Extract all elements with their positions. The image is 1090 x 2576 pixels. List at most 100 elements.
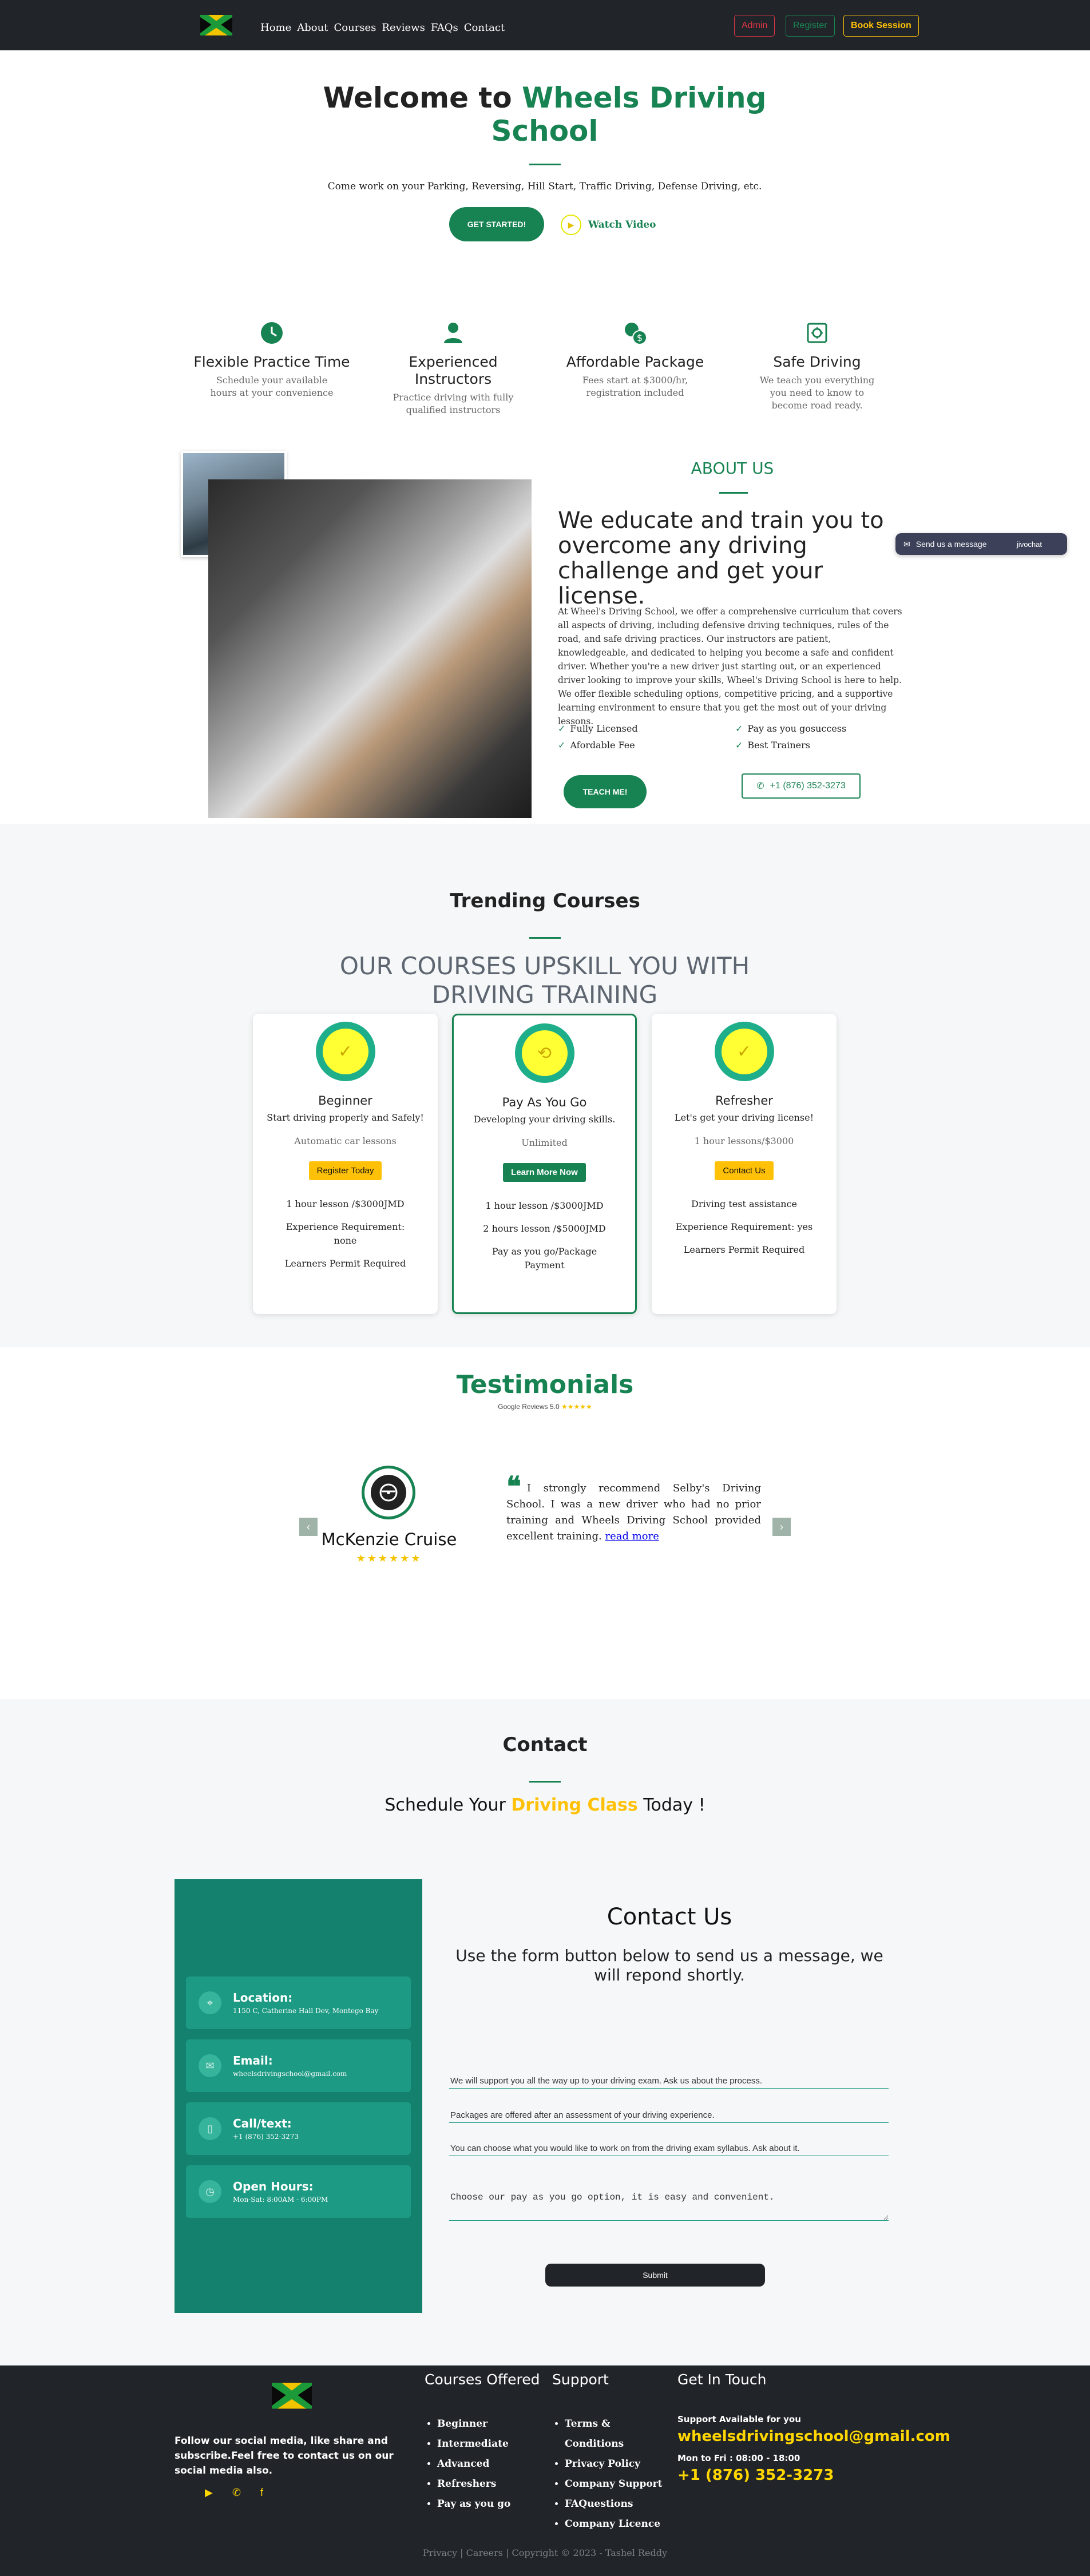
footer-phone[interactable]: +1 (876) 352-3273 [677,2467,918,2484]
course-feature: Pay as you go/Package Payment [492,1246,597,1271]
reviewer-avatar [362,1466,415,1519]
feature-desc: We teach you everything you need to know… [759,375,875,411]
copyright: Privacy | Careers | Copyright © 2023 - T… [422,2547,668,2558]
navbar: Home About Courses Reviews FAQs Contact … [0,0,1090,50]
course-badge-icon: ✓ [315,1022,375,1081]
about-heading: ABOUT US [691,459,774,478]
nav-courses[interactable]: Courses [334,22,376,34]
play-icon: ▶ [561,215,581,235]
footer-support-title: Support [552,2371,609,2388]
footer-link[interactable]: Privacy Policy [565,2454,667,2474]
message-field-1[interactable] [449,2074,889,2089]
footer-logo[interactable] [272,2380,312,2412]
course-lessons: Automatic car lessons [294,1136,397,1146]
hero-title: Welcome to Wheels Driving School [316,81,774,148]
course-features: 1 hour lesson /$3000JMD Experience Requi… [253,1197,438,1271]
info-location: ⌖ Location: 1150 C, Catherine Hall Dev, M… [186,1976,411,2029]
nav-about[interactable]: About [297,22,328,34]
footer-link[interactable]: Terms & Conditions [565,2414,639,2454]
phone-icon: ▯ [199,2117,221,2140]
chat-label-wrap: ✉ Send us a message [903,539,986,549]
about-checklist: ✓ Fully Licensed ✓ Pay as you gosuccess ✓ A… [558,723,901,751]
footer-link[interactable]: Beginner [437,2414,540,2434]
hero-title-pre: Welcome to [323,81,522,114]
youtube-icon[interactable]: ▶ [205,2487,213,2499]
user-icon [441,320,466,346]
about-photo-driver [208,479,532,818]
email-icon: ✉ [199,2054,221,2077]
footer-link[interactable]: Advanced [437,2454,540,2474]
footer: Follow our social media, like share and … [0,2365,1090,2576]
check-icon: ✓ [735,723,743,734]
location-icon: ⌖ [199,1991,221,2014]
brand-logo[interactable] [200,13,232,38]
read-more-link[interactable]: read more [605,1530,659,1542]
register-today-button[interactable]: Register Today [308,1161,382,1180]
footer-link[interactable]: Company Licence [565,2514,667,2534]
courses-heading: Trending Courses [450,890,640,912]
google-reviews-rating: Google Reviews 5.0 ★★★★★ [498,1403,592,1411]
footer-link[interactable]: Intermediate [437,2434,540,2454]
nav-faqs[interactable]: FAQs [431,22,458,34]
info-phone: ▯ Call/text: +1 (876) 352-3273 [186,2102,411,2155]
divider [529,937,561,939]
feature-title: Flexible Practice Time [193,354,350,370]
footer-link[interactable]: Company Support [565,2474,667,2494]
reviewer-stars: ★★★★★★ [356,1553,422,1564]
teach-me-button[interactable]: TEACH ME! [564,775,647,808]
course-features: 1 hour lesson /$3000JMD 2 hours lesson /… [454,1199,635,1272]
course-name: Pay As You Go [502,1096,587,1109]
course-badge-icon: ✓ [714,1022,774,1081]
course-tagline: Developing your driving skills. [473,1114,616,1125]
message-field-3[interactable] [449,2141,889,2156]
nav-contact[interactable]: Contact [464,22,505,34]
submit-button[interactable]: Submit [545,2264,765,2287]
contact-us-button[interactable]: Contact Us [715,1161,774,1180]
course-tagline: Let's get your driving license! [674,1112,814,1123]
watch-video-link[interactable]: ▶ Watch Video [561,215,656,235]
learn-more-button[interactable]: Learn More Now [503,1163,586,1182]
footer-link[interactable]: Pay as you go [437,2494,540,2514]
feature-title: Affordable Package [566,354,704,370]
carousel-next-button[interactable]: › [772,1518,791,1536]
divider [529,1781,561,1783]
admin-button[interactable]: Admin [734,15,775,37]
reviewer-name: McKenzie Cruise [321,1530,457,1549]
footer-courses-title: Courses Offered [425,2371,540,2388]
divider [529,164,561,165]
footer-support-column: Support Terms & Conditions Privacy Polic… [552,2371,667,2534]
footer-link[interactable]: FAQuestions [565,2494,667,2514]
register-button[interactable]: Register [786,15,835,37]
whatsapp-icon[interactable]: ✆ [232,2487,241,2499]
message-textarea[interactable] [449,2186,889,2221]
footer-email[interactable]: wheelsdrivingschool@gmail.com [677,2428,950,2445]
phone-label: +1 (876) 352-3273 [770,781,846,791]
course-lessons: Unlimited [521,1137,568,1148]
chat-widget[interactable]: ✉ Send us a message jivochat [895,533,1067,555]
footer-link[interactable]: Refreshers [437,2474,540,2494]
testimonials-heading: Testimonials [456,1370,634,1399]
book-session-button[interactable]: Book Session [843,15,919,37]
course-feature: Learners Permit Required [284,1258,406,1269]
social-links: ▶ ✆ f [205,2487,263,2499]
rating-stars: ★★★★★ [561,1403,592,1411]
course-tagline: Start driving properly and Safely! [267,1112,424,1123]
course-feature: 2 hours lesson /$5000JMD [483,1223,606,1234]
nav-reviews[interactable]: Reviews [382,22,425,34]
course-badge-icon: ⟲ [514,1023,574,1083]
watch-video-label: Watch Video [588,219,656,231]
check-item: ✓ Afordable Fee [558,740,635,751]
course-name: Beginner [318,1094,372,1108]
check-icon: ✓ [558,740,566,751]
info-hours: ◷ Open Hours: Mon-Sat: 8:00AM - 6:00PM [186,2165,411,2218]
nav-home[interactable]: Home [260,22,291,34]
get-started-button[interactable]: GET STARTED! [449,207,544,241]
chat-brand: jivochat [1016,539,1042,549]
course-card-beginner: ✓ Beginner Start driving properly and Sa… [253,1014,438,1314]
feature-desc: Fees start at $3000/hr, registration inc… [582,375,688,398]
clock-icon [259,320,284,346]
phone-button[interactable]: ✆ +1 (876) 352-3273 [742,773,861,799]
about-title: We educate and train you to overcome any… [558,507,884,609]
facebook-icon[interactable]: f [260,2487,263,2499]
message-field-2[interactable] [449,2108,889,2123]
